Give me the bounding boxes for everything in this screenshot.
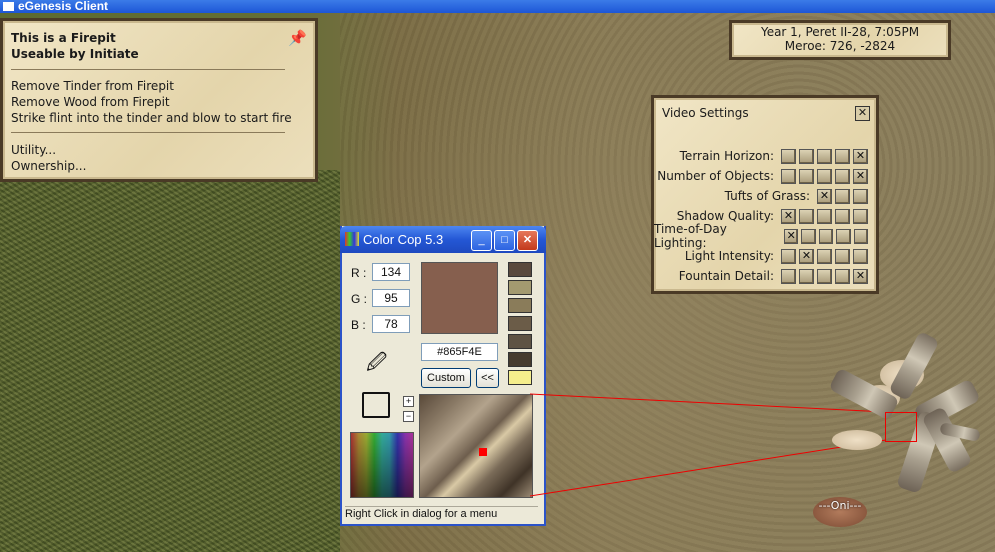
player-name: ---Oni--- [818,499,862,512]
stone [832,430,882,450]
player-character[interactable]: ---Oni--- [811,497,869,527]
sample-target-box [885,412,917,442]
magnifier-guide-lines [529,393,887,497]
